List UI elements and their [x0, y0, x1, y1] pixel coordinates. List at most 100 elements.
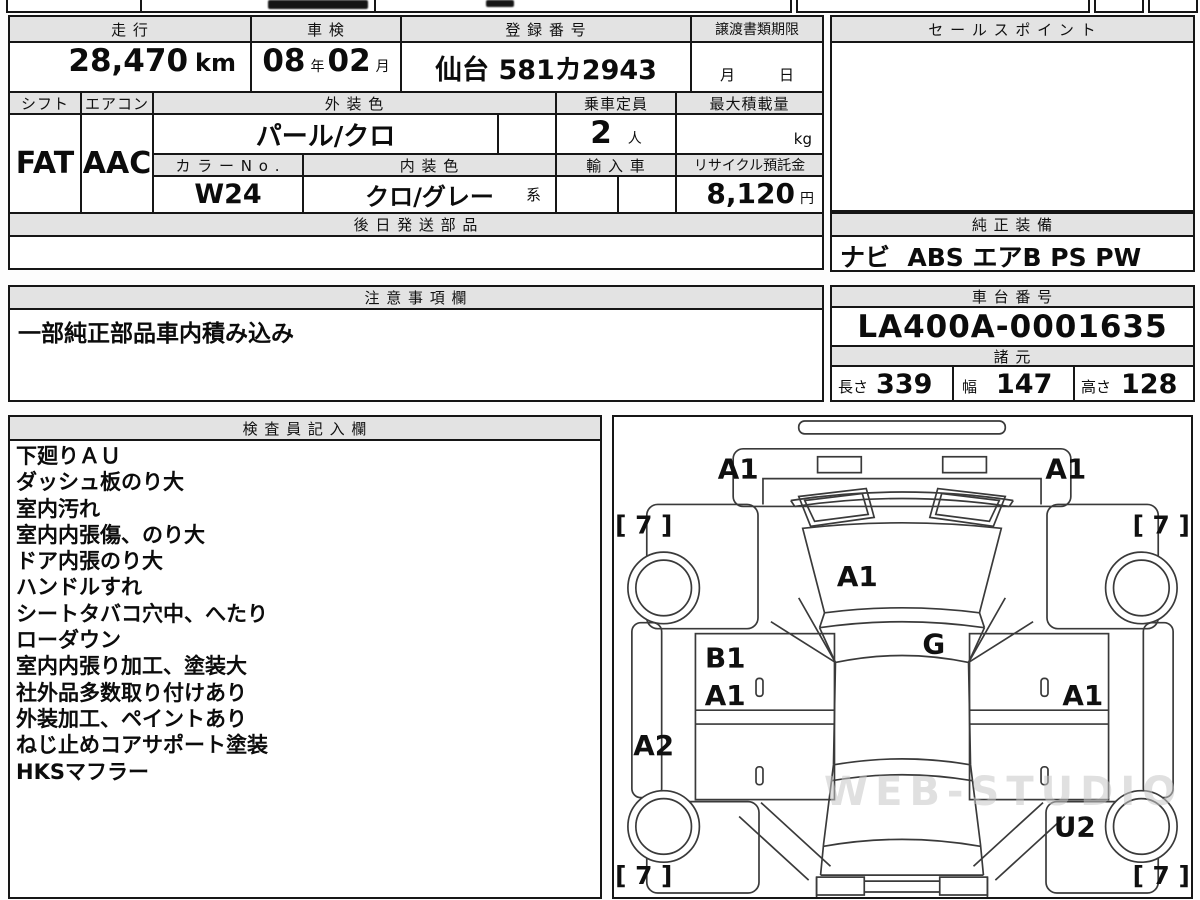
mark-front-bumper-left: A1: [718, 453, 759, 486]
shaken-month: 02: [327, 43, 371, 79]
windshield: [818, 627, 986, 664]
rear-bumper-band: [815, 877, 989, 897]
shaken-value-cell: 08 年 02 月: [250, 41, 402, 93]
mark-front-bumper-right: A1: [1045, 453, 1086, 486]
cropped-cell: [796, 0, 1090, 13]
dimension-height-label: 高さ: [1081, 378, 1112, 396]
chassis-value: LA400A-0001635: [857, 308, 1168, 345]
exterior-color-value: パール/クロ: [255, 121, 396, 152]
shaken-month-suffix: 月: [375, 59, 390, 75]
later-parts-header: 後 日 発 送 部 品: [8, 212, 824, 237]
auction-sheet-page: { "sheet": { "top_row": { "mileage_label…: [0, 0, 1200, 900]
interior-color-header: 内 装 色: [302, 153, 557, 177]
equipment-header: 純 正 装 備: [830, 212, 1195, 237]
wheel-front-left: [627, 551, 701, 625]
mileage-value-cell: 28,470 km: [8, 41, 252, 93]
door-handle-rear-left: [755, 765, 764, 786]
bumper-marker-left: [816, 455, 863, 474]
inspector-note-line: ローダウン: [16, 628, 121, 653]
roof-sides: [832, 662, 972, 765]
watermark: WEB-STUDIO: [824, 769, 1184, 815]
cropped-cell: [1094, 0, 1144, 13]
car-top-view-diagram: A1 A1 A1 G B1 A1 A1 A2 U2 [ 7 ] [ 7 ] [ …: [615, 420, 1190, 897]
chassis-box: LA400A-0001635: [830, 306, 1195, 347]
transfer-deadline-header: 譲渡書類期限: [690, 15, 824, 43]
door-handle-front-left: [755, 677, 764, 698]
specs-header: 諸 元: [830, 345, 1195, 367]
rear-bumper-left-block: [815, 876, 866, 896]
mileage-value: 28,470: [68, 43, 189, 79]
dimension-height-value: 128: [1121, 369, 1178, 400]
shift-header: シフト: [8, 91, 82, 115]
dimension-width-value: 147: [996, 369, 1053, 400]
inspector-note-line: 下廻りＡＵ: [16, 444, 121, 468]
door-handle-front-right: [1040, 677, 1049, 698]
color-no-cell: W24: [152, 175, 304, 214]
damage-marks: A1 A1 A1 G B1 A1 A1 A2 U2 [ 7 ] [ 7 ] [ …: [615, 453, 1190, 890]
cropped-text-fragment: [268, 0, 368, 9]
door-gap-left: [695, 709, 835, 725]
registration-value-cell: 仙台 581カ2943: [400, 41, 692, 93]
cropped-text-fragment: [486, 0, 514, 7]
capacity-header: 乗車定員: [555, 91, 677, 115]
inspector-note-line: 室内内張り加工、塗装大: [16, 654, 247, 679]
later-parts-box: [8, 235, 824, 270]
mark-tire-front-right: [ 7 ]: [1133, 510, 1190, 539]
inspector-note-line: ハンドルすれ: [16, 575, 142, 600]
capacity-unit: 人: [627, 131, 642, 147]
caution-header: 注 意 事 項 欄: [8, 285, 824, 310]
mark-hood: A1: [837, 560, 878, 593]
capacity-cell: 2 人: [555, 113, 677, 155]
inspector-header: 検 査 員 記 入 欄: [8, 415, 602, 441]
capacity-value: 2: [590, 115, 612, 151]
dimension-width-label: 幅: [962, 378, 978, 396]
equipment-box: ナビ ABS エアB PS PW: [830, 235, 1195, 272]
mark-windshield: G: [922, 628, 945, 661]
mark-right-door: A1: [1062, 679, 1103, 712]
caution-line: 一部純正部品車内積み込み: [18, 321, 294, 347]
caution-box: 一部純正部品車内積み込み: [8, 308, 824, 402]
wheel-front-right: [1104, 551, 1178, 625]
cropped-cell: [374, 0, 792, 13]
chassis-header: 車 台 番 号: [830, 285, 1195, 308]
registration-header: 登 録 番 号: [400, 15, 692, 43]
recycle-header: リサイクル預託金: [675, 153, 824, 177]
equipment-value: ナビ ABS エアB PS PW: [840, 243, 1142, 272]
inspector-note-line: HKSマフラー: [16, 759, 149, 784]
damage-diagram-box: WEB-STUDIO A1 A1 A1 G B1 A1 A1 A2 U2 [7…: [612, 415, 1193, 899]
interior-color-suffix: 系: [525, 186, 541, 204]
cropped-cell: [6, 0, 142, 13]
interior-color-value: クロ/グレー: [365, 183, 494, 211]
wheel-rear-left: [627, 789, 701, 864]
color-no-header: カ ラ ー N o .: [152, 153, 304, 177]
shift-value-cell: FAT: [8, 113, 82, 214]
transfer-day-label: 日: [779, 66, 795, 84]
sales-point-box: [830, 41, 1195, 212]
cropped-cell: [1148, 0, 1198, 13]
inspector-note-line: ドア内張のり大: [16, 549, 163, 574]
exterior-color-empty-cell: [497, 113, 557, 155]
roof-front-strip: [797, 420, 1007, 435]
max-load-unit: kg: [793, 130, 812, 148]
recycle-unit: 円: [800, 191, 814, 207]
mileage-unit: km: [195, 49, 236, 77]
max-load-header: 最大積載量: [675, 91, 824, 115]
mark-tire-rear-right: [ 7 ]: [1133, 861, 1190, 890]
sales-point-header: セ ー ル ス ポ イ ン ト: [830, 15, 1195, 43]
inspector-note-line: ダッシュ板のり大: [16, 470, 184, 495]
aircon-value: AAC: [82, 146, 152, 181]
dimension-width-cell: 幅 147: [952, 365, 1075, 402]
inspector-note-line: シートタバコ穴中、へたり: [16, 601, 268, 626]
shaken-year-suffix: 年: [310, 59, 325, 75]
recycle-value: 8,120: [706, 177, 795, 210]
aircon-value-cell: AAC: [80, 113, 154, 214]
cowl-band: [818, 612, 986, 629]
aircon-header: エアコン: [80, 91, 154, 115]
recycle-cell: 8,120 円: [675, 175, 824, 214]
mark-left-rocker: A2: [633, 729, 674, 762]
inspector-note-line: ねじ止めコアサポート塗装: [16, 733, 268, 758]
import-header: 輸 入 車: [555, 153, 677, 177]
rear-bumper-right-block: [938, 876, 989, 896]
rocker-panel-left: [631, 621, 663, 799]
dimension-length-label: 長さ: [838, 378, 869, 396]
